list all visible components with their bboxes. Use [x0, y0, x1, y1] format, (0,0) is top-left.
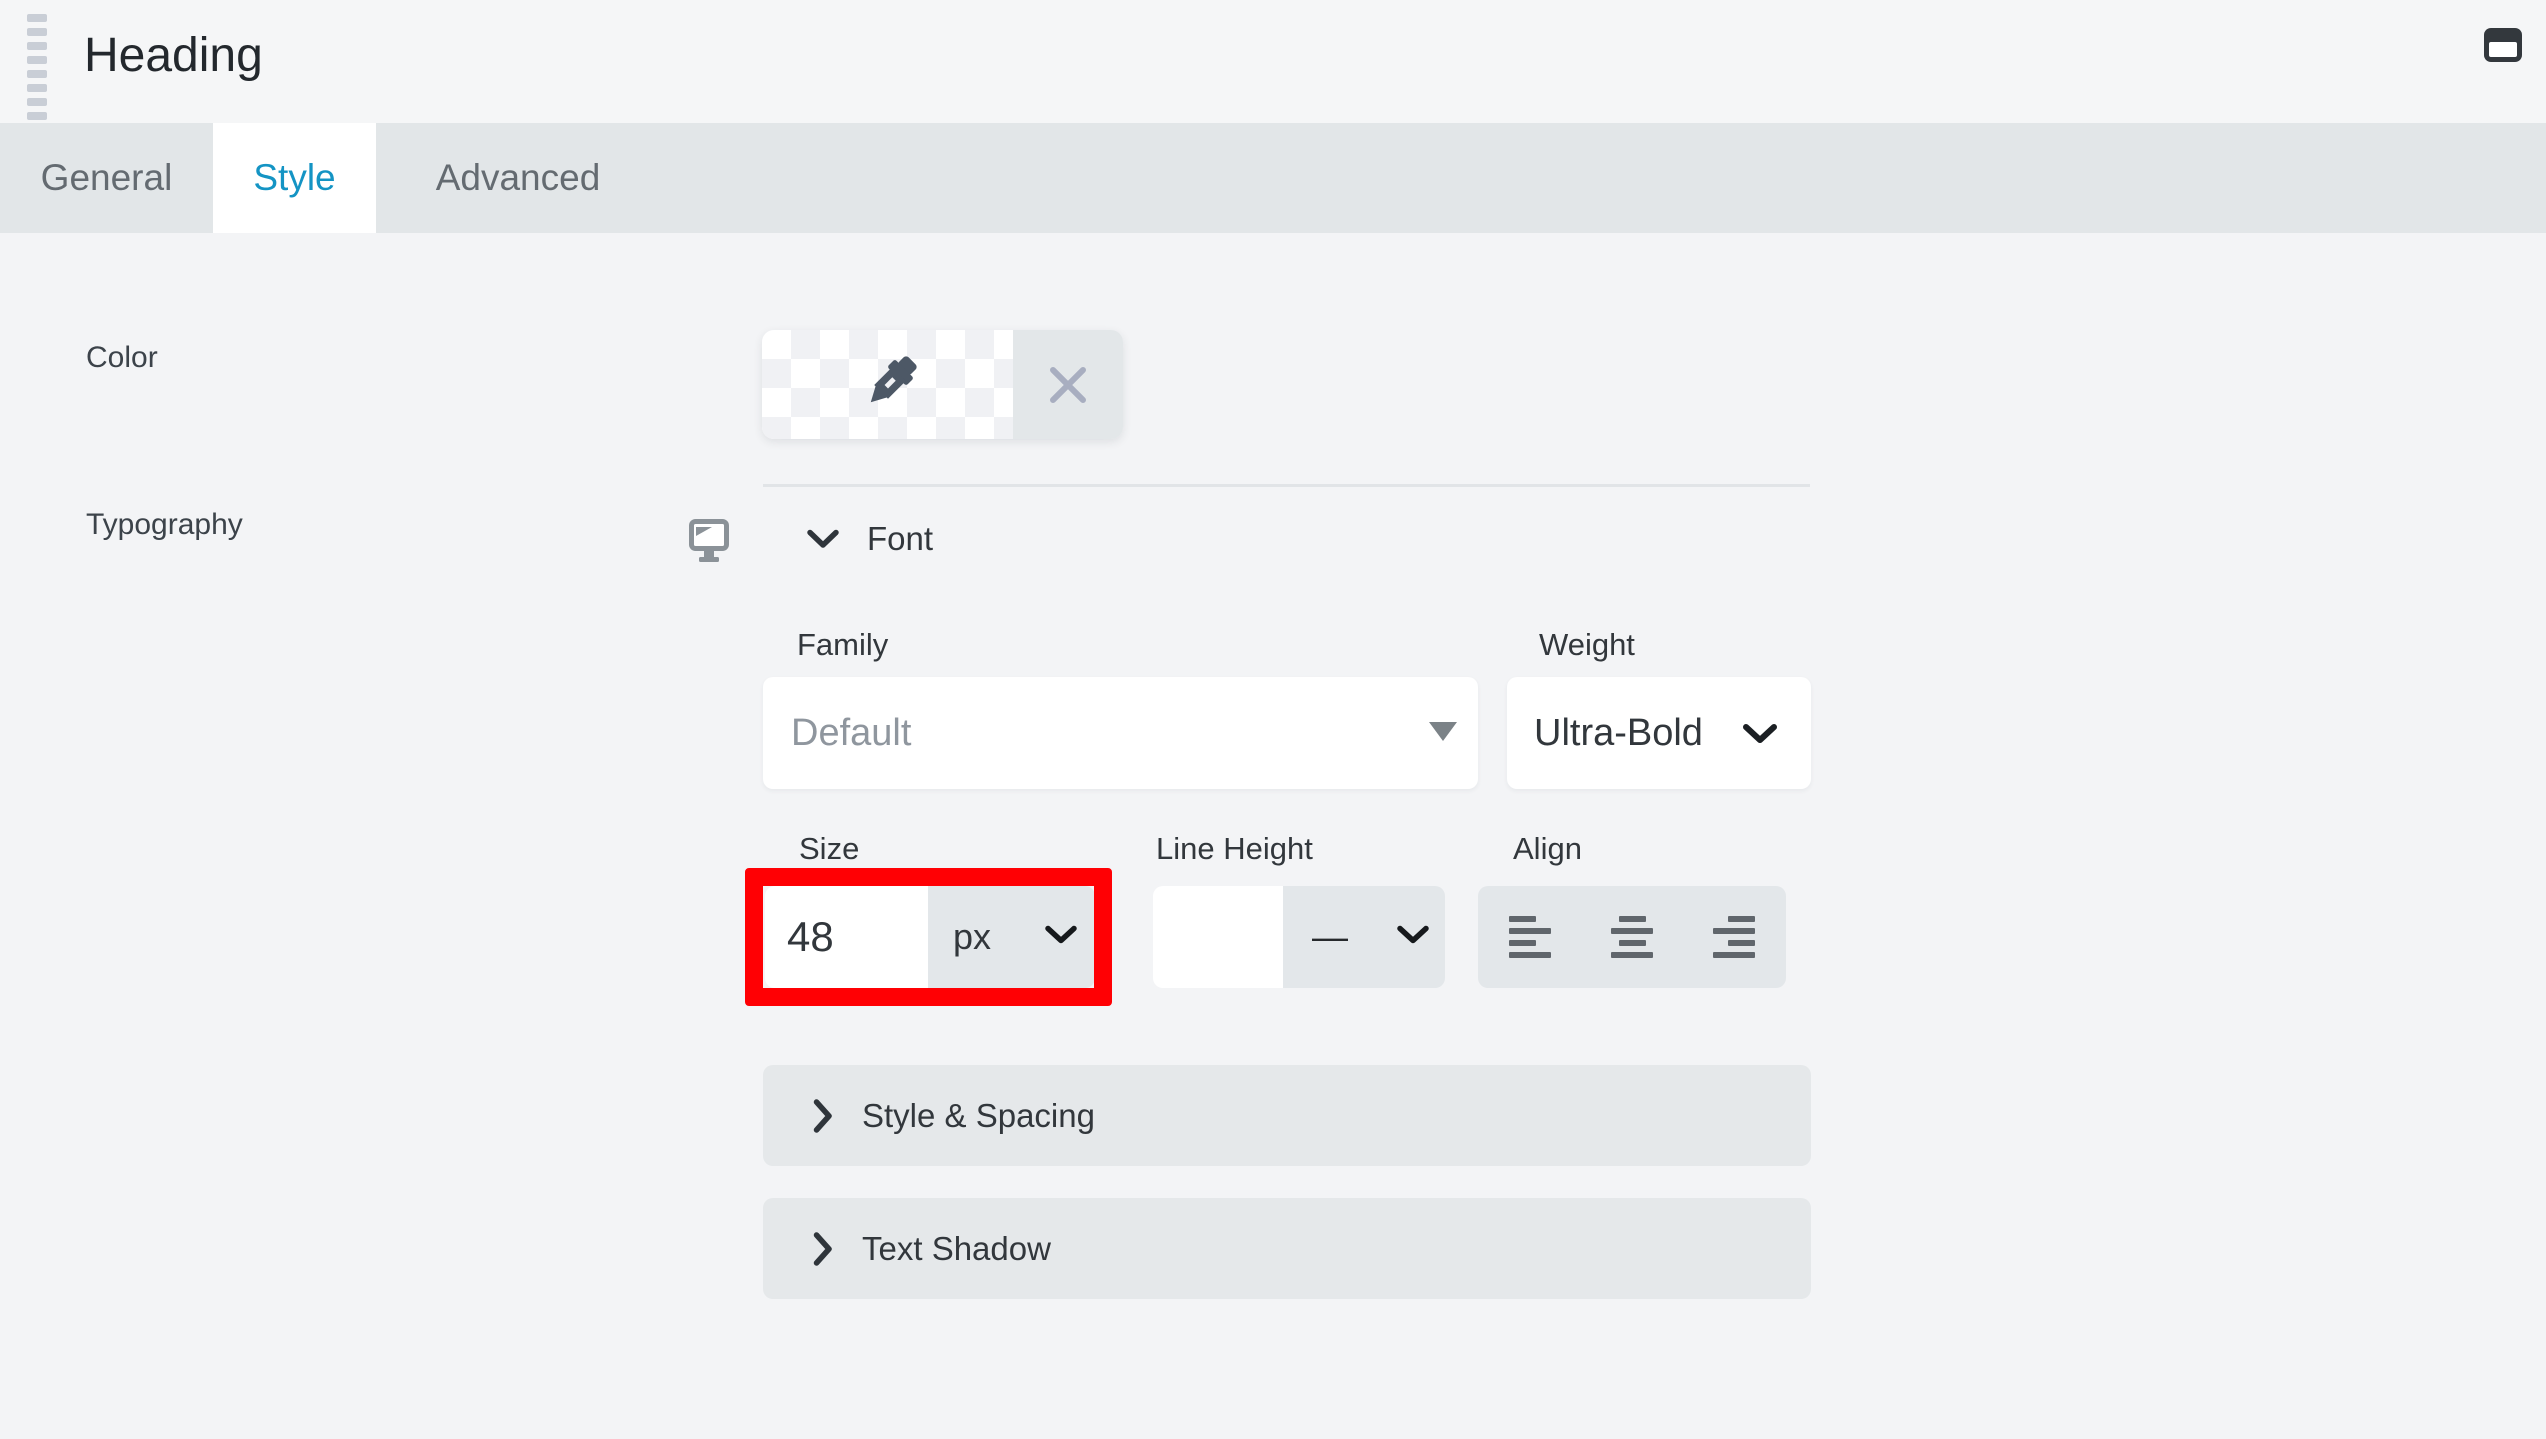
font-size-input-wrap [765, 886, 928, 988]
window-icon[interactable] [2483, 27, 2523, 63]
triangle-down-icon [1429, 722, 1457, 741]
font-section-title: Font [867, 520, 934, 557]
typography-field-label: Typography [86, 508, 243, 541]
family-label: Family [797, 627, 889, 662]
align-left-icon [1509, 915, 1536, 922]
panel-header: Heading [0, 0, 2546, 123]
chevron-right-icon [813, 1098, 832, 1133]
font-size-unit-select[interactable]: px [928, 886, 1095, 988]
clear-color-button[interactable] [1013, 330, 1123, 439]
font-size-input[interactable] [765, 886, 928, 988]
eyedropper-icon [870, 355, 917, 402]
tab-bar: General Style Advanced [0, 123, 2546, 233]
font-section-toggle[interactable]: Font [806, 514, 933, 564]
font-weight-value: Ultra-Bold [1534, 711, 1703, 754]
line-height-input-wrap [1153, 886, 1283, 988]
font-weight-select[interactable]: Ultra-Bold [1507, 677, 1811, 789]
line-height-field: — [1153, 886, 1445, 988]
line-height-unit-value: — [1312, 916, 1348, 957]
line-height-unit-select[interactable]: — [1283, 886, 1445, 988]
align-right-icon [1728, 915, 1755, 922]
align-label: Align [1513, 831, 1582, 866]
tab-general[interactable]: General [0, 123, 213, 233]
tab-advanced[interactable]: Advanced [376, 123, 660, 233]
font-size-field: px [765, 886, 1095, 988]
heading-settings-panel: Heading General Style Advanced Color Typ… [0, 0, 2546, 1439]
chevron-down-icon [1397, 925, 1429, 950]
drag-handle[interactable] [27, 14, 47, 120]
weight-label: Weight [1539, 627, 1635, 662]
font-size-unit-value: px [953, 916, 992, 957]
section-divider [763, 484, 1810, 487]
font-family-value: Default [791, 711, 912, 754]
style-spacing-section-toggle[interactable]: Style & Spacing [763, 1065, 1811, 1166]
align-center-icon [1618, 915, 1646, 922]
style-spacing-section-title: Style & Spacing [862, 1096, 1095, 1134]
panel-title: Heading [84, 29, 263, 82]
line-height-label: Line Height [1156, 831, 1313, 866]
align-right-button[interactable] [1713, 915, 1755, 959]
chevron-down-icon [807, 529, 839, 548]
tab-style[interactable]: Style [213, 123, 376, 233]
font-family-select[interactable]: Default [763, 677, 1478, 789]
line-height-input[interactable] [1153, 886, 1283, 988]
color-picker-swatch [762, 330, 1123, 439]
chevron-down-icon [1045, 925, 1077, 950]
align-button-group [1478, 886, 1786, 988]
chevron-down-icon [1742, 723, 1778, 750]
x-icon [1050, 366, 1086, 403]
chevron-right-icon [813, 1231, 832, 1266]
text-shadow-section-toggle[interactable]: Text Shadow [763, 1198, 1811, 1299]
text-shadow-section-title: Text Shadow [862, 1229, 1051, 1267]
align-left-button[interactable] [1509, 915, 1551, 959]
align-center-button[interactable] [1611, 915, 1653, 959]
size-label: Size [799, 831, 860, 866]
color-picker-button[interactable] [762, 330, 1013, 439]
responsive-toggle-icon[interactable] [689, 519, 729, 568]
color-field-label: Color [86, 341, 158, 374]
